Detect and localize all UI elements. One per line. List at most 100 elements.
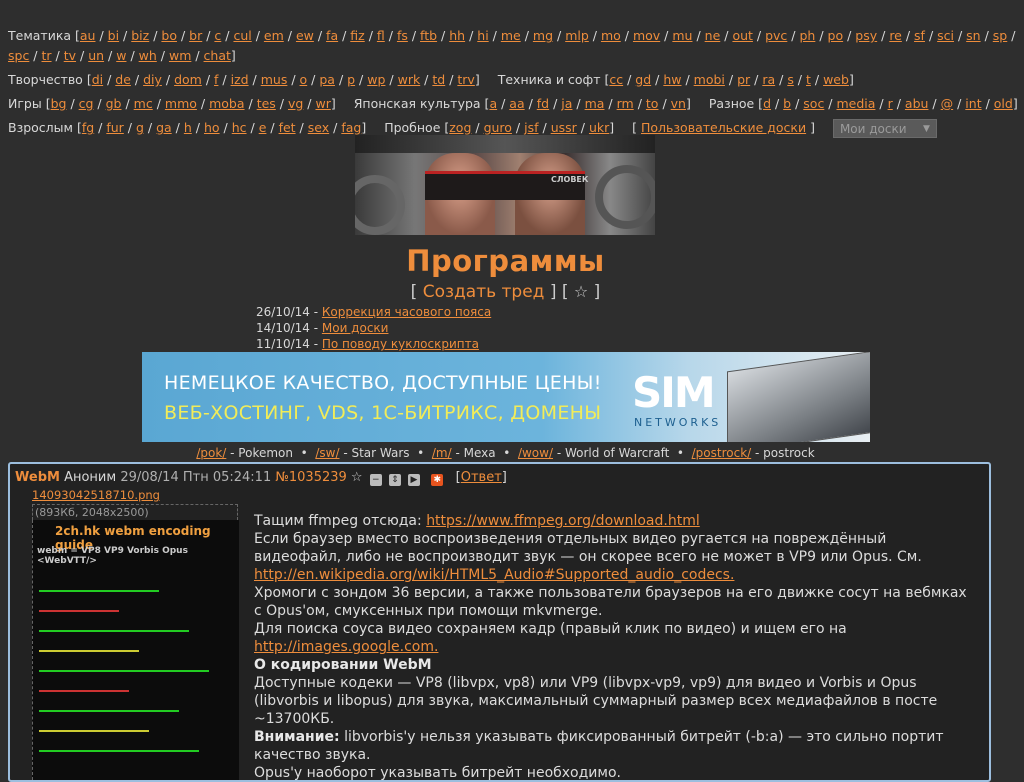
board-link-soc[interactable]: soc bbox=[803, 96, 824, 111]
board-link-re[interactable]: re bbox=[889, 28, 902, 43]
board-link-sn[interactable]: sn bbox=[966, 28, 980, 43]
board-link-p[interactable]: p bbox=[347, 72, 355, 87]
board-link-cul[interactable]: cul bbox=[233, 28, 251, 43]
board-link-mov[interactable]: mov bbox=[633, 28, 660, 43]
board-link-c[interactable]: c bbox=[214, 28, 221, 43]
board-link-fag[interactable]: fag bbox=[341, 120, 361, 135]
board-link-ph[interactable]: ph bbox=[799, 28, 815, 43]
board-link-rm[interactable]: rm bbox=[617, 96, 634, 111]
board-link-hw[interactable]: hw bbox=[663, 72, 681, 87]
board-link-ra[interactable]: ra bbox=[762, 72, 775, 87]
ad-banner[interactable]: НЕМЕЦКОЕ КАЧЕСТВО, ДОСТУПНЫЕ ЦЕНЫ! ВЕБ-Х… bbox=[142, 352, 870, 442]
board-link-w[interactable]: w bbox=[116, 48, 126, 63]
board-link-ew[interactable]: ew bbox=[296, 28, 314, 43]
board-link-bi[interactable]: bi bbox=[108, 28, 119, 43]
reply-link[interactable]: Ответ bbox=[461, 470, 502, 485]
board-link-jsf[interactable]: jsf bbox=[524, 120, 538, 135]
board-link-o[interactable]: o bbox=[300, 72, 308, 87]
board-link-un[interactable]: un bbox=[88, 48, 104, 63]
board-link-ho[interactable]: ho bbox=[204, 120, 220, 135]
board-link-guro[interactable]: guro bbox=[484, 120, 512, 135]
board-link-to[interactable]: to bbox=[646, 96, 659, 111]
featured-board-link[interactable]: /pok/ bbox=[196, 446, 226, 460]
board-link-t[interactable]: t bbox=[806, 72, 811, 87]
board-link-hh[interactable]: hh bbox=[449, 28, 465, 43]
news-link[interactable]: Коррекция часового пояса bbox=[322, 305, 491, 319]
board-link-cc[interactable]: cc bbox=[609, 72, 623, 87]
board-link-ma[interactable]: ma bbox=[585, 96, 605, 111]
board-link-pvc[interactable]: pvc bbox=[765, 28, 787, 43]
board-link-wr[interactable]: wr bbox=[315, 96, 330, 111]
star-icon[interactable]: ☆ bbox=[574, 282, 588, 301]
board-link-diy[interactable]: diy bbox=[143, 72, 162, 87]
board-link-ja[interactable]: ja bbox=[561, 96, 572, 111]
google-images-link[interactable]: http://images.google.com. bbox=[254, 639, 438, 655]
board-link-tr[interactable]: tr bbox=[42, 48, 52, 63]
hide-post-icon[interactable]: − bbox=[369, 474, 382, 486]
board-logo-image[interactable]: СЛОВЕК bbox=[355, 135, 655, 235]
featured-board-link[interactable]: /sw/ bbox=[315, 446, 339, 460]
board-link-mus[interactable]: mus bbox=[261, 72, 288, 87]
wikipedia-link[interactable]: http://en.wikipedia.org/wiki/HTML5_Audio… bbox=[254, 567, 734, 583]
board-link-int[interactable]: int bbox=[965, 96, 981, 111]
board-link-moba[interactable]: moba bbox=[209, 96, 244, 111]
board-link-d[interactable]: d bbox=[763, 96, 771, 111]
board-link-bo[interactable]: bo bbox=[161, 28, 177, 43]
ffmpeg-link[interactable]: https://www.ffmpeg.org/download.html bbox=[426, 513, 700, 529]
board-link-me[interactable]: me bbox=[501, 28, 521, 43]
board-link-au[interactable]: au bbox=[80, 28, 96, 43]
board-link-ukr[interactable]: ukr bbox=[589, 120, 609, 135]
board-link-de[interactable]: de bbox=[115, 72, 131, 87]
board-link-sp[interactable]: sp bbox=[993, 28, 1007, 43]
board-link-mu[interactable]: mu bbox=[672, 28, 692, 43]
featured-board-link[interactable]: /m/ bbox=[432, 446, 452, 460]
board-link-vn[interactable]: vn bbox=[671, 96, 686, 111]
board-link-out[interactable]: out bbox=[732, 28, 752, 43]
board-link-gb[interactable]: gb bbox=[106, 96, 122, 111]
board-link-a[interactable]: a bbox=[489, 96, 497, 111]
board-link-h[interactable]: h bbox=[184, 120, 192, 135]
board-link-fg[interactable]: fg bbox=[82, 120, 94, 135]
board-link-ftb[interactable]: ftb bbox=[420, 28, 437, 43]
board-link-biz[interactable]: biz bbox=[131, 28, 149, 43]
board-link-ga[interactable]: ga bbox=[156, 120, 172, 135]
attachment-filename[interactable]: 14093042518710.png bbox=[32, 488, 160, 502]
board-link-sf[interactable]: sf bbox=[914, 28, 925, 43]
board-link-mobi[interactable]: mobi bbox=[694, 72, 725, 87]
board-link-di[interactable]: di bbox=[92, 72, 103, 87]
board-link-mmo[interactable]: mmo bbox=[165, 96, 197, 111]
board-link-trv[interactable]: trv bbox=[457, 72, 474, 87]
board-link-dom[interactable]: dom bbox=[174, 72, 202, 87]
board-link-at[interactable]: @ bbox=[941, 96, 954, 111]
board-link-fl[interactable]: fl bbox=[377, 28, 385, 43]
report-icon[interactable]: ✱ bbox=[431, 474, 444, 486]
board-link-f[interactable]: f bbox=[214, 72, 218, 87]
board-link-ussr[interactable]: ussr bbox=[551, 120, 577, 135]
featured-board-link[interactable]: /postrock/ bbox=[692, 446, 752, 460]
board-link-mc[interactable]: mc bbox=[134, 96, 153, 111]
post-number[interactable]: №1035239 bbox=[275, 470, 346, 485]
expand-icon[interactable]: ⇕ bbox=[388, 474, 401, 486]
board-link-pa[interactable]: pa bbox=[319, 72, 335, 87]
board-link-r[interactable]: r bbox=[888, 96, 893, 111]
board-link-web[interactable]: web bbox=[823, 72, 849, 87]
board-link-mlp[interactable]: mlp bbox=[565, 28, 589, 43]
board-link-mo[interactable]: mo bbox=[601, 28, 621, 43]
board-link-e[interactable]: e bbox=[259, 120, 267, 135]
board-link-ne[interactable]: ne bbox=[705, 28, 721, 43]
board-link-spc[interactable]: spc bbox=[8, 48, 29, 63]
board-link-wrk[interactable]: wrk bbox=[398, 72, 421, 87]
board-link-wm[interactable]: wm bbox=[169, 48, 191, 63]
board-link-tes[interactable]: tes bbox=[257, 96, 276, 111]
create-thread-link[interactable]: Создать тред bbox=[423, 282, 545, 302]
board-link-fd[interactable]: fd bbox=[537, 96, 549, 111]
board-link-gd[interactable]: gd bbox=[635, 72, 651, 87]
my-boards-select[interactable]: Мои доски ▼ bbox=[832, 119, 937, 138]
board-link-td[interactable]: td bbox=[432, 72, 445, 87]
board-link-pr[interactable]: pr bbox=[737, 72, 750, 87]
board-link-g[interactable]: g bbox=[136, 120, 144, 135]
board-link-br[interactable]: br bbox=[189, 28, 202, 43]
board-link-fiz[interactable]: fiz bbox=[350, 28, 364, 43]
board-link-fa[interactable]: fa bbox=[326, 28, 338, 43]
board-link-fet[interactable]: fet bbox=[279, 120, 296, 135]
